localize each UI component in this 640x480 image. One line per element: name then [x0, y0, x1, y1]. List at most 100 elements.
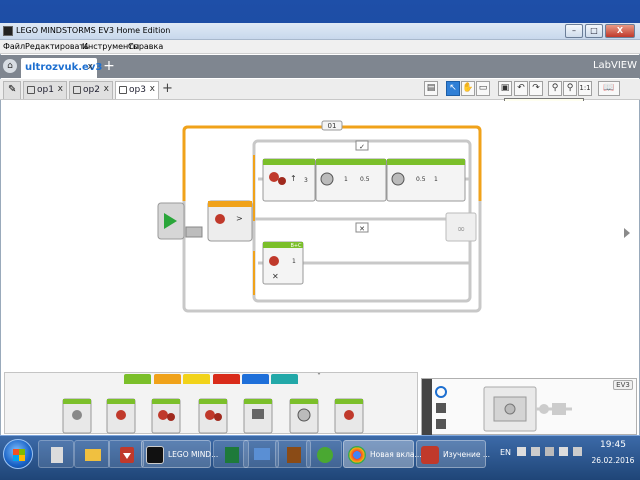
undo-icon[interactable]: ↶	[514, 81, 528, 96]
tab-op3-label: op3	[129, 85, 146, 95]
save-icon[interactable]: ▣	[498, 81, 512, 96]
tray-monitor-icon[interactable]	[531, 447, 540, 456]
palette-tab-flow[interactable]	[154, 374, 181, 384]
zoom-out-icon[interactable]: ⚲	[548, 81, 562, 96]
speaker-icon	[391, 172, 405, 186]
start-button[interactable]	[3, 439, 33, 469]
palette-tab-sensor[interactable]	[183, 374, 210, 384]
program-icon	[119, 86, 127, 94]
clock-time[interactable]: 19:45	[593, 440, 633, 450]
palette-collapse-icon[interactable]	[315, 369, 323, 375]
hardware-content	[422, 379, 572, 436]
palette-tab-data[interactable]	[213, 374, 240, 384]
palette-block-5[interactable]	[243, 398, 273, 434]
loop-start-connector	[185, 226, 203, 238]
menu-bar: Файл Редактировать Инструменты Справка	[0, 40, 640, 54]
sound-2-param-b: 1	[434, 176, 438, 183]
taskbar-window-lego[interactable]: LEGO MIND...	[141, 440, 218, 468]
available-bricks-icon[interactable]	[436, 419, 446, 429]
content-book-icon[interactable]: 📖	[598, 81, 620, 96]
motor-pair-icon-2	[278, 177, 286, 185]
add-program-button[interactable]: +	[162, 81, 173, 96]
windows-logo-icon-bottom	[13, 455, 25, 461]
comment-icon[interactable]: ▭	[476, 81, 490, 96]
tab-op2-close-button[interactable]: x	[104, 84, 109, 94]
hardware-side-strip	[422, 379, 432, 436]
pan-hand-icon[interactable]: ✋	[461, 81, 475, 96]
tab-op3[interactable]: op3 x	[115, 81, 159, 99]
taskbar-window-chrome-label: Новая вкла...	[370, 450, 422, 459]
motor-pair-icon	[269, 256, 279, 266]
language-indicator[interactable]: EN	[500, 448, 511, 457]
taskbar-explorer-icon[interactable]	[38, 440, 74, 468]
palette-block-2[interactable]	[106, 398, 136, 434]
loop-index-label: 01	[328, 122, 337, 130]
palette-tab-advanced[interactable]	[242, 374, 269, 384]
tray-flag-icon[interactable]	[573, 447, 582, 456]
program-icon	[73, 86, 81, 94]
palette-blocks	[62, 369, 364, 434]
project-properties-tab[interactable]: ✎	[3, 81, 21, 99]
scroll-right-icon[interactable]	[624, 228, 630, 238]
redo-icon[interactable]: ↷	[529, 81, 543, 96]
tray-volume-icon[interactable]	[559, 447, 568, 456]
tray-action-center-icon[interactable]	[517, 447, 526, 456]
menu-edit[interactable]: Редактировать	[25, 42, 89, 51]
ev3-label: EV3	[613, 380, 633, 390]
palette-tab-action[interactable]	[124, 374, 151, 384]
taskbar-window-chrome[interactable]: Новая вкла...	[343, 440, 422, 468]
connection-icon	[539, 404, 549, 414]
switch-header	[208, 201, 252, 207]
title-bar[interactable]: LEGO MINDSTORMS EV3 Home Edition – □ X	[0, 23, 640, 40]
tab-op2[interactable]: op2 x	[69, 81, 113, 99]
move-steering-header	[263, 159, 315, 165]
hardware-page	[421, 378, 637, 436]
palette-tab-myblocks[interactable]	[271, 374, 298, 384]
palette-block-7[interactable]	[334, 398, 364, 434]
menu-file[interactable]: Файл	[3, 42, 25, 51]
close-button[interactable]: X	[605, 24, 635, 38]
folder-icon	[85, 449, 101, 461]
tray-network-icon[interactable]	[545, 447, 554, 456]
palette-block-6[interactable]	[289, 398, 319, 434]
palette-block-3[interactable]	[151, 398, 181, 434]
project-tab[interactable]: ultrozvuk.ev3 x	[21, 58, 102, 78]
maximize-button[interactable]: □	[585, 24, 603, 38]
sound-1-param-b: 0.5	[360, 176, 370, 183]
taskbar-network-icon[interactable]	[243, 440, 279, 468]
port-view-icon[interactable]	[436, 403, 446, 413]
ultrasonic-sensor-icon	[215, 214, 225, 224]
tab-op1[interactable]: op1 x	[23, 81, 67, 99]
lobby-home-icon[interactable]: ⌂	[3, 59, 17, 73]
clock-date[interactable]: 26.02.2016	[590, 456, 636, 465]
lego-app-icon	[146, 446, 164, 464]
tab-op1-label: op1	[37, 85, 54, 95]
false-case-mark: ✕	[359, 225, 365, 233]
palette-block-1[interactable]	[62, 398, 92, 434]
loop-infinite-symbol: ∞	[457, 224, 465, 235]
tab-op1-close-button[interactable]: x	[58, 84, 63, 94]
add-project-button[interactable]: +	[102, 59, 116, 73]
tab-op3-close-button[interactable]: x	[150, 84, 155, 94]
zoom-in-icon[interactable]: ⚲	[563, 81, 577, 96]
menu-help[interactable]: Справка	[128, 42, 163, 51]
brick-button-icon	[504, 403, 516, 415]
block-palette	[4, 369, 418, 434]
labview-logo: LabVIEW	[592, 60, 637, 71]
move-stop-param: 1	[292, 258, 296, 265]
taskbar-folder-icon[interactable]	[74, 440, 110, 468]
taskbar-torrent-icon[interactable]	[306, 440, 342, 468]
project-tab-close-button[interactable]: x	[88, 62, 93, 72]
true-case-mark: ✓	[359, 143, 365, 151]
brick-info-icon[interactable]	[435, 386, 447, 398]
minimize-button[interactable]: –	[565, 24, 583, 38]
program-canvas[interactable]: 01 > ✓ ✕ ↑ 3 1 0.5 0.5 1 B+C ✕ 1 ∞	[4, 101, 620, 369]
palette-block-4[interactable]	[198, 398, 228, 434]
taskbar-download-icon[interactable]	[108, 440, 144, 468]
select-pointer-icon[interactable]: ↖	[446, 81, 460, 96]
sound-2-param-a: 0.5	[416, 176, 426, 183]
content-editor-icon[interactable]: ▤	[424, 81, 438, 96]
zoom-reset-button[interactable]: 1:1	[578, 81, 592, 96]
taskbar-window-photoshop[interactable]: Изучение ...	[416, 440, 490, 468]
motor-pair-icon	[269, 172, 279, 182]
